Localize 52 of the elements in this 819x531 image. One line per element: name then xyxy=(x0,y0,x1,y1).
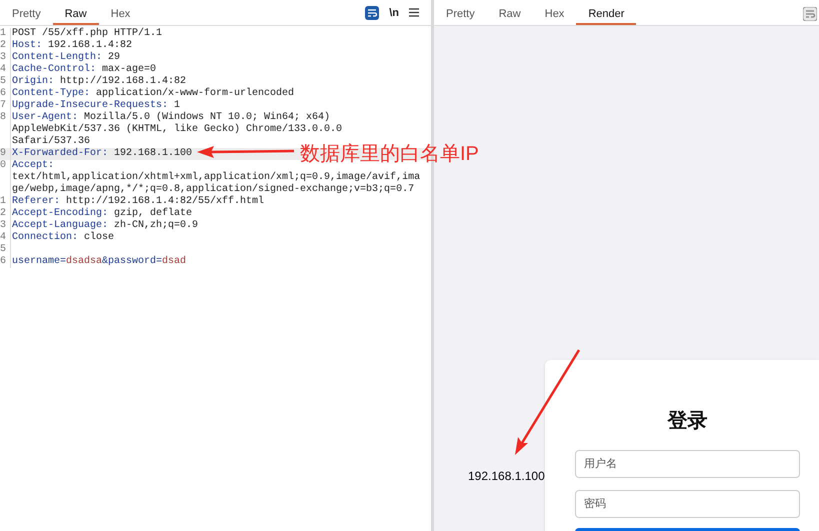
code-line: Referer: http://192.168.1.4:82/55/xff.html xyxy=(11,196,264,208)
code-line: ge/webp,image/apng,*/*;q=0.8,application/signed-exchange;v=b3;q=0.7 xyxy=(11,184,414,196)
code-line: text/html,application/xhtml+xml,application/xml;q=0.9,image/avif,ima xyxy=(11,172,420,184)
line-number: 6 xyxy=(0,256,6,267)
view-tab[interactable]: Raw xyxy=(486,5,533,25)
code-line: X-Forwarded-For: 192.168.1.100 xyxy=(11,148,192,160)
code-line: User-Agent: Mozilla/5.0 (Windows NT 10.0; Win64; x64) xyxy=(11,112,330,124)
login-title: 登录 xyxy=(666,409,708,434)
view-tab[interactable]: Pretty xyxy=(0,5,53,25)
code-line: Origin: http://192.168.1.4:82 xyxy=(11,76,186,88)
view-tab[interactable]: Hex xyxy=(98,5,142,25)
line-number: 1 xyxy=(0,196,6,207)
line-number: 2 xyxy=(0,40,6,51)
annotation-text: 数据库里的白名单IP xyxy=(300,142,479,167)
code-line: Accept-Language: zh-CN,zh;q=0.9 xyxy=(11,220,198,232)
arrow-icon xyxy=(197,146,294,158)
menu-icon[interactable] xyxy=(409,8,419,18)
username-field[interactable]: 用户名 xyxy=(574,450,800,478)
code-line: Cache-Control: max-age=0 xyxy=(11,64,156,76)
line-number: 9 xyxy=(0,148,6,159)
ip-address-text: 192.168.1.100 xyxy=(468,468,545,485)
code-line: username=dsadsa&password=dsad xyxy=(11,256,186,268)
view-tab[interactable]: Raw xyxy=(52,5,99,25)
line-number: 3 xyxy=(0,52,6,63)
code-line: Safari/537.36 xyxy=(11,136,90,148)
password-field[interactable]: 密码 xyxy=(574,490,800,518)
newline-toggle[interactable]: \n xyxy=(389,4,399,21)
code-line: Content-Type: application/x-www-form-urlencoded xyxy=(11,88,294,100)
line-number: 4 xyxy=(0,232,6,243)
line-number: 1 xyxy=(0,28,6,39)
code-line: AppleWebKit/537.36 (KHTML, like Gecko) Chrome/133.0.0.0 xyxy=(11,124,342,136)
wrap-icon[interactable] xyxy=(803,7,817,21)
code-line: Accept: xyxy=(11,160,54,172)
arrow-icon xyxy=(515,349,580,455)
line-number: 4 xyxy=(0,64,6,75)
view-tab[interactable]: Hex xyxy=(532,5,576,25)
line-number: 7 xyxy=(0,100,6,111)
code-line: Host: 192.168.1.4:82 xyxy=(11,40,132,52)
code-line: Connection: close xyxy=(11,232,114,244)
code-line: POST /55/xff.php HTTP/1.1 xyxy=(11,28,162,40)
wrap-icon[interactable] xyxy=(365,6,380,20)
line-number: 0 xyxy=(0,160,6,171)
code-line: Upgrade-Insecure-Requests: 1 xyxy=(11,100,180,112)
code-line: Accept-Encoding: gzip, deflate xyxy=(11,208,192,220)
line-number: 8 xyxy=(0,112,6,123)
line-number: 2 xyxy=(0,208,6,219)
line-number: 3 xyxy=(0,220,6,231)
code-line: Content-Length: 29 xyxy=(11,52,120,64)
view-tab[interactable]: Pretty xyxy=(434,5,487,25)
line-number: 6 xyxy=(0,88,6,99)
line-number: 5 xyxy=(0,76,6,87)
line-number: 5 xyxy=(0,244,6,255)
